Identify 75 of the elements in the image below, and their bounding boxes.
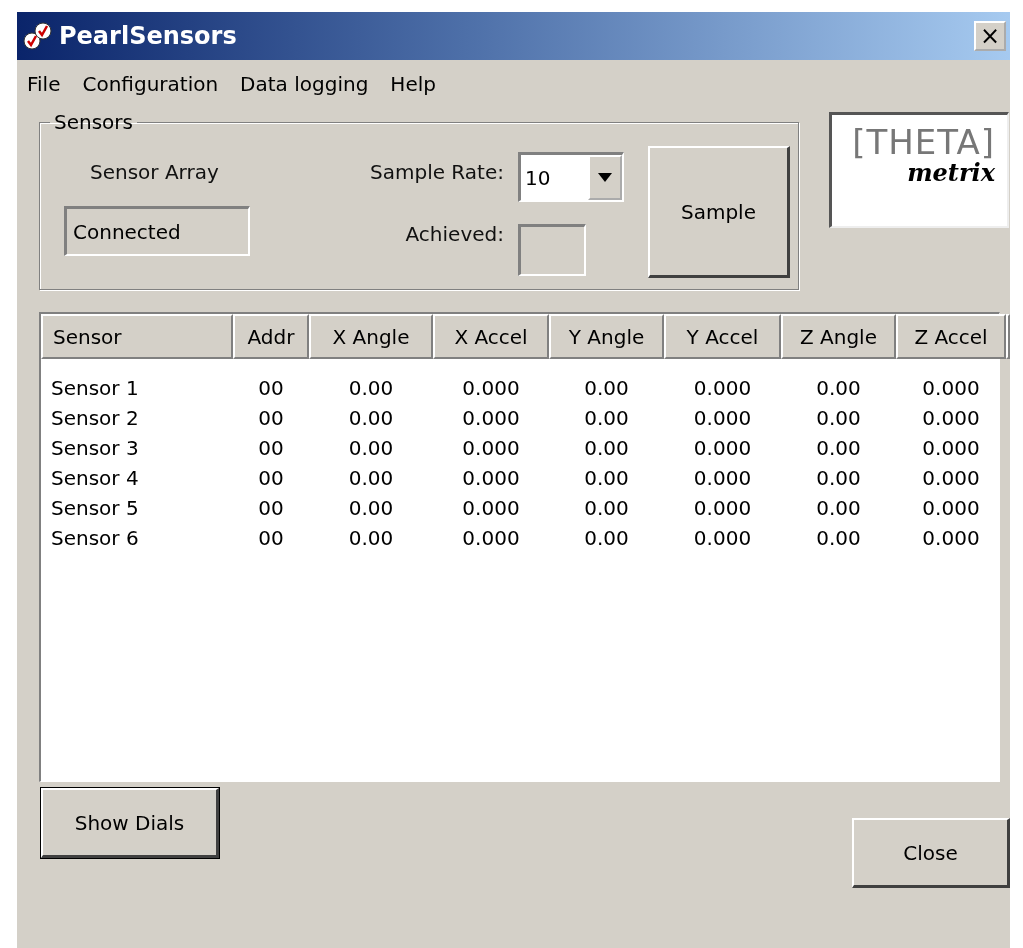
achieved-field bbox=[517, 224, 586, 276]
table-cell-text: 0.00 bbox=[583, 525, 630, 552]
table-cell-text: 0.00 bbox=[347, 375, 395, 402]
menu-item[interactable]: Configuration bbox=[82, 72, 219, 100]
table-cell-text: 0.000 bbox=[921, 465, 981, 492]
table-cell-text: 0.00 bbox=[583, 375, 630, 402]
table-cell-text: 0.000 bbox=[921, 435, 981, 462]
status-field: Connected bbox=[64, 206, 250, 256]
table-cell-text: 0.000 bbox=[692, 435, 753, 462]
table-cell-text: 0.00 bbox=[815, 435, 862, 462]
table-cell-text: 0.000 bbox=[692, 525, 753, 552]
sensor-app-icon bbox=[23, 21, 53, 51]
column-header[interactable]: Y Accel bbox=[664, 314, 781, 359]
table-cell-text: 0.000 bbox=[921, 405, 981, 432]
table-cell-text: 0.00 bbox=[815, 465, 862, 492]
table-cell-text: Sensor 5 bbox=[50, 495, 140, 522]
menu-item[interactable]: File bbox=[27, 72, 61, 100]
column-header[interactable]: X Angle bbox=[309, 314, 433, 359]
table-cell-text: 00 bbox=[257, 525, 285, 552]
close-button[interactable]: Close bbox=[852, 818, 1010, 888]
column-header[interactable]: Z Accel bbox=[896, 314, 1006, 359]
table-cell-text: 0.000 bbox=[461, 525, 521, 552]
table-cell-text: 0.00 bbox=[815, 525, 862, 552]
menu-item[interactable]: Data logging bbox=[240, 72, 369, 100]
sample-rate-label: Sample Rate: bbox=[370, 160, 504, 184]
close-button[interactable]: × bbox=[974, 21, 1006, 51]
table-cell-text: 0.00 bbox=[583, 495, 630, 522]
table-cell-text: 0.000 bbox=[692, 375, 753, 402]
table-cell-text: 0.00 bbox=[347, 435, 395, 462]
sample-button[interactable]: Sample bbox=[647, 146, 790, 278]
table-cell-text: 0.00 bbox=[347, 465, 395, 492]
column-header[interactable]: Addr bbox=[233, 314, 309, 359]
logo: [THETA] metrix bbox=[828, 112, 1009, 228]
table-cell-text: Sensor 2 bbox=[50, 405, 140, 432]
table-cell-text: 0.00 bbox=[583, 405, 630, 432]
column-header[interactable]: Z Angle bbox=[781, 314, 896, 359]
group-title: Sensors bbox=[53, 110, 134, 134]
table-cell-text: Sensor 1 bbox=[50, 375, 140, 402]
table-cell-text: 0.00 bbox=[347, 495, 395, 522]
window-title: PearlSensors bbox=[59, 22, 238, 50]
sample-rate-dropdown[interactable]: 10 bbox=[517, 152, 624, 202]
column-header[interactable]: X Accel bbox=[433, 314, 549, 359]
table-cell-text: 0.00 bbox=[815, 375, 862, 402]
table-cell-text: 0.000 bbox=[921, 525, 981, 552]
achieved-label: Achieved: bbox=[405, 222, 504, 246]
table-cell-text: 0.00 bbox=[583, 435, 630, 462]
table-cell-text: 0.00 bbox=[347, 405, 395, 432]
column-header[interactable]: Sensor bbox=[41, 314, 233, 359]
show-dials-button[interactable]: Show Dials bbox=[41, 788, 219, 858]
table-cell-text: 0.00 bbox=[347, 525, 395, 552]
table-cell-text: 00 bbox=[257, 375, 285, 402]
dropdown-arrow-icon bbox=[597, 173, 612, 182]
table-cell-text: 0.000 bbox=[692, 495, 753, 522]
table-cell-text: 0.000 bbox=[461, 405, 521, 432]
table-cell-text: 0.000 bbox=[461, 435, 521, 462]
table-cell-text: 0.00 bbox=[583, 465, 630, 492]
menu-item[interactable]: Help bbox=[390, 72, 436, 100]
table-cell-text: 0.000 bbox=[461, 375, 521, 402]
table-cell-text: 0.000 bbox=[461, 495, 521, 522]
table-cell-text: 00 bbox=[257, 465, 285, 492]
table-cell-text: Sensor 6 bbox=[50, 525, 140, 552]
table-cell-text: 0.000 bbox=[692, 405, 753, 432]
table-cell-text: 0.000 bbox=[921, 495, 981, 522]
table-cell-text: 0.000 bbox=[461, 465, 521, 492]
table-cell-text: 0.00 bbox=[815, 405, 862, 432]
table-cell-text: 00 bbox=[257, 495, 285, 522]
column-header[interactable]: Y Angle bbox=[549, 314, 664, 359]
table-cell-text: 00 bbox=[257, 435, 285, 462]
table-cell-text: Sensor 3 bbox=[50, 435, 140, 462]
table-cell-text: 00 bbox=[257, 405, 285, 432]
table-cell-text: Sensor 4 bbox=[50, 465, 140, 492]
sensor-array-label: Sensor Array bbox=[89, 160, 220, 184]
table-cell-text: 0.000 bbox=[921, 375, 981, 402]
table-cell-text: 0.000 bbox=[692, 465, 753, 492]
table-cell-text: 0.00 bbox=[815, 495, 862, 522]
